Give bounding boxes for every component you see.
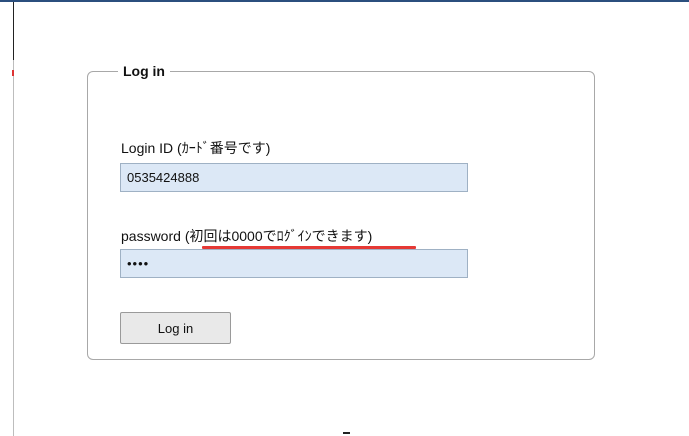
left-divider: [13, 2, 14, 436]
password-label-note: (初回は0000でﾛｸﾞｲﾝできます): [184, 228, 373, 244]
login-id-label: Login ID (ｶｰﾄﾞ番号です): [121, 140, 271, 156]
password-label: password (初回は0000でﾛｸﾞｲﾝできます): [121, 227, 372, 245]
login-legend: Log in: [118, 62, 170, 80]
login-button[interactable]: Log in: [120, 312, 231, 344]
left-divider-dark: [13, 2, 14, 60]
password-label-prefix: password: [121, 228, 185, 244]
left-divider-red-mark: [12, 70, 14, 76]
window-top-border: [0, 0, 689, 2]
password-input[interactable]: [120, 249, 468, 278]
bottom-dash-mark: [343, 432, 350, 434]
login-id-input[interactable]: [120, 163, 468, 192]
